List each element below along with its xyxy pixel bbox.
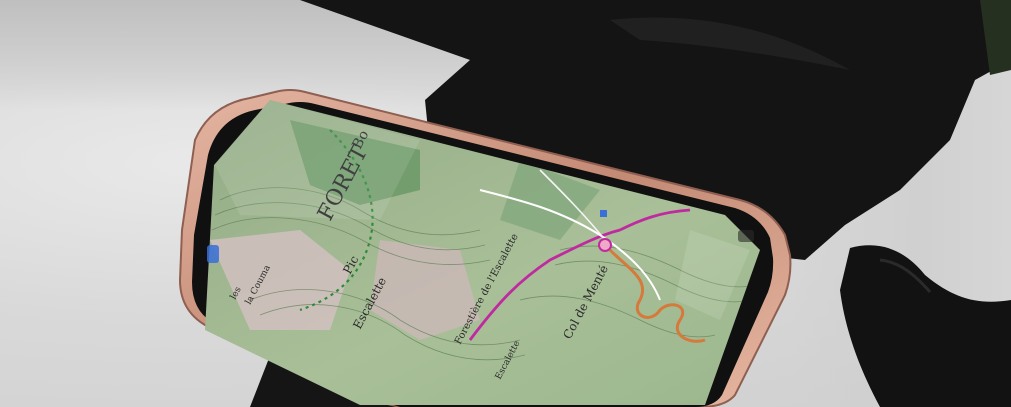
photo-scene: FORET Bo Pic Escalette Col de Menté Fore… xyxy=(0,0,1011,407)
layers-icon xyxy=(738,230,754,242)
location-icon xyxy=(207,245,219,263)
photo-illustration: FORET Bo Pic Escalette Col de Menté Fore… xyxy=(178,0,1011,407)
